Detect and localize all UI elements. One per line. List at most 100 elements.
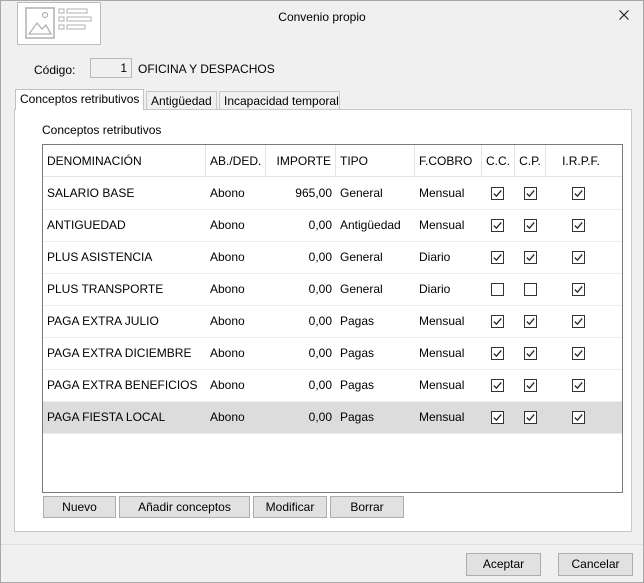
nuevo-button[interactable]: Nuevo: [43, 496, 116, 518]
cell-abded: Abono: [210, 410, 245, 424]
checkmark-icon: [493, 349, 502, 358]
cp-checkbox[interactable]: [524, 347, 537, 360]
cell-denominacion: SALARIO BASE: [47, 186, 135, 200]
cp-checkbox[interactable]: [524, 411, 537, 424]
checkmark-icon: [574, 413, 583, 422]
tab-conceptos-retributivos[interactable]: Conceptos retributivos: [15, 89, 144, 110]
checkmark-icon: [574, 381, 583, 390]
cell-fcobro: Mensual: [419, 346, 465, 360]
table-row[interactable]: PAGA EXTRA JULIO Abono 0,00 Pagas Mensua…: [43, 306, 622, 338]
col-header-irpf[interactable]: I.R.P.F.: [546, 145, 616, 177]
cell-importe: 0,00: [308, 250, 332, 264]
checkmark-icon: [526, 317, 535, 326]
code-field[interactable]: 1: [90, 58, 132, 78]
cell-fcobro: Mensual: [419, 314, 465, 328]
dialog-window: Convenio propio Código: 1 OFICINA Y DESP…: [0, 0, 644, 583]
cp-checkbox[interactable]: [524, 379, 537, 392]
col-header-importe[interactable]: IMPORTE: [266, 145, 336, 177]
cell-denominacion: PLUS TRANSPORTE: [47, 282, 164, 296]
close-button[interactable]: [613, 5, 635, 25]
cc-checkbox[interactable]: [491, 411, 504, 424]
cell-fcobro: Mensual: [419, 378, 465, 392]
checkmark-icon: [493, 317, 502, 326]
modificar-button[interactable]: Modificar: [253, 496, 327, 518]
table-row[interactable]: PLUS ASISTENCIA Abono 0,00 General Diari…: [43, 242, 622, 274]
cp-checkbox[interactable]: [524, 251, 537, 264]
checkmark-icon: [526, 349, 535, 358]
cell-importe: 0,00: [308, 314, 332, 328]
tab-panel: Conceptos retributivos DENOMINACIÓN AB./…: [14, 109, 632, 532]
tab-antiguedad[interactable]: Antigüedad: [146, 91, 217, 109]
anadir-conceptos-button[interactable]: Añadir conceptos: [119, 496, 250, 518]
cp-checkbox[interactable]: [524, 187, 537, 200]
dialog-footer: Aceptar Cancelar: [1, 544, 643, 582]
cc-checkbox[interactable]: [491, 251, 504, 264]
table-row-selected[interactable]: PAGA FIESTA LOCAL Abono 0,00 Pagas Mensu…: [43, 402, 622, 434]
cc-checkbox[interactable]: [491, 315, 504, 328]
col-header-denominacion[interactable]: DENOMINACIÓN: [43, 145, 206, 177]
cp-checkbox[interactable]: [524, 315, 537, 328]
agreement-name: OFICINA Y DESPACHOS: [138, 62, 275, 76]
irpf-checkbox[interactable]: [572, 315, 585, 328]
cell-importe: 0,00: [308, 218, 332, 232]
irpf-checkbox[interactable]: [572, 283, 585, 296]
cell-denominacion: PAGA EXTRA JULIO: [47, 314, 159, 328]
cell-fcobro: Diario: [419, 282, 451, 296]
cc-checkbox[interactable]: [491, 347, 504, 360]
cell-denominacion: PAGA EXTRA BENEFICIOS: [47, 378, 198, 392]
cell-abded: Abono: [210, 218, 245, 232]
cc-checkbox[interactable]: [491, 219, 504, 232]
cc-checkbox[interactable]: [491, 379, 504, 392]
checkmark-icon: [574, 285, 583, 294]
table-row[interactable]: PAGA EXTRA DICIEMBRE Abono 0,00 Pagas Me…: [43, 338, 622, 370]
borrar-button[interactable]: Borrar: [330, 496, 404, 518]
cc-checkbox[interactable]: [491, 187, 504, 200]
concepts-grid[interactable]: DENOMINACIÓN AB./DED. IMPORTE TIPO F.COB…: [42, 144, 623, 493]
cell-abded: Abono: [210, 250, 245, 264]
checkmark-icon: [526, 381, 535, 390]
table-row[interactable]: ANTIGUEDAD Abono 0,00 Antigüedad Mensual: [43, 210, 622, 242]
cell-abded: Abono: [210, 346, 245, 360]
irpf-checkbox[interactable]: [572, 379, 585, 392]
cell-tipo: General: [340, 186, 383, 200]
code-label: Código:: [34, 63, 76, 77]
checkmark-icon: [574, 189, 583, 198]
cell-denominacion: ANTIGUEDAD: [47, 218, 126, 232]
checkmark-icon: [526, 221, 535, 230]
cp-checkbox[interactable]: [524, 283, 537, 296]
col-header-fcobro[interactable]: F.COBRO: [415, 145, 482, 177]
irpf-checkbox[interactable]: [572, 251, 585, 264]
cell-tipo: General: [340, 282, 383, 296]
cell-tipo: Pagas: [340, 314, 375, 328]
tab-incapacidad-temporal[interactable]: Incapacidad temporal: [219, 91, 340, 109]
col-header-tipo[interactable]: TIPO: [336, 145, 415, 177]
window-title: Convenio propio: [278, 10, 366, 24]
cc-checkbox[interactable]: [491, 283, 504, 296]
cell-tipo: Antigüedad: [340, 218, 401, 232]
cell-importe: 0,00: [308, 282, 332, 296]
checkmark-icon: [574, 253, 583, 262]
checkmark-icon: [526, 189, 535, 198]
cell-tipo: Pagas: [340, 378, 375, 392]
cell-abded: Abono: [210, 282, 245, 296]
cell-tipo: Pagas: [340, 410, 375, 424]
checkmark-icon: [526, 413, 535, 422]
col-header-cp[interactable]: C.P.: [515, 145, 546, 177]
irpf-checkbox[interactable]: [572, 411, 585, 424]
irpf-checkbox[interactable]: [572, 187, 585, 200]
table-row[interactable]: SALARIO BASE Abono 965,00 General Mensua…: [43, 178, 622, 210]
irpf-checkbox[interactable]: [572, 219, 585, 232]
table-row[interactable]: PAGA EXTRA BENEFICIOS Abono 0,00 Pagas M…: [43, 370, 622, 402]
grid-header: DENOMINACIÓN AB./DED. IMPORTE TIPO F.COB…: [43, 145, 622, 177]
col-header-cc[interactable]: C.C.: [482, 145, 515, 177]
irpf-checkbox[interactable]: [572, 347, 585, 360]
table-row[interactable]: PLUS TRANSPORTE Abono 0,00 General Diari…: [43, 274, 622, 306]
cp-checkbox[interactable]: [524, 219, 537, 232]
aceptar-button[interactable]: Aceptar: [466, 553, 541, 576]
cancelar-button[interactable]: Cancelar: [558, 553, 633, 576]
cell-abded: Abono: [210, 378, 245, 392]
col-header-abded[interactable]: AB./DED.: [206, 145, 266, 177]
cell-abded: Abono: [210, 314, 245, 328]
checkmark-icon: [493, 221, 502, 230]
checkmark-icon: [526, 253, 535, 262]
